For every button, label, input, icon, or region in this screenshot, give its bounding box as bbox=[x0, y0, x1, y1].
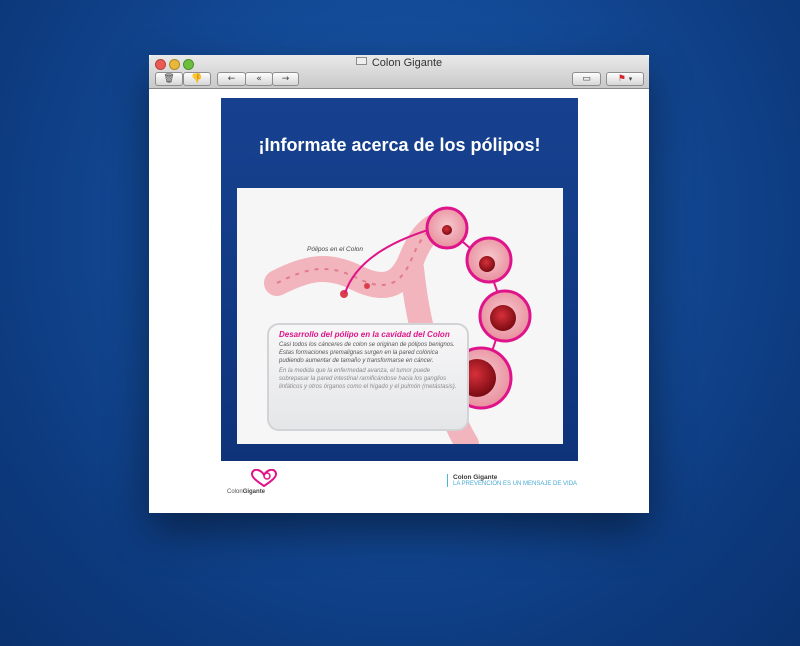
envelope-icon bbox=[355, 57, 367, 65]
reply-all-arrow-icon: « bbox=[256, 74, 262, 84]
reply-arrow-icon: ← bbox=[227, 74, 236, 84]
info-box: Desarrollo del pólipo en la cavidad del … bbox=[267, 323, 469, 431]
info-text: Casi todos los cánceres de colon se orig… bbox=[279, 342, 455, 364]
reply-all-button[interactable]: « bbox=[245, 72, 273, 86]
delete-button[interactable]: 🗑 bbox=[155, 72, 183, 86]
hero-banner: ¡Informate acerca de los pólipos! Pólipo… bbox=[221, 98, 578, 461]
email-body: ¡Informate acerca de los pólipos! Pólipo… bbox=[221, 98, 578, 513]
org-name: Colon Gigante bbox=[453, 474, 498, 481]
printer-icon: ▭ bbox=[582, 74, 591, 84]
mail-window: Colon Gigante 🗑 👎 ← « → ▭ ⚑ ▾ ¡Informate… bbox=[149, 55, 649, 513]
flag-button[interactable]: ⚑ ▾ bbox=[606, 72, 644, 86]
chevron-down-icon: ▾ bbox=[628, 75, 633, 83]
polyp-illustration: Pólipos en el Colon Desarrollo del pólip… bbox=[237, 188, 563, 444]
info-text-secondary: En la medida que la enfermedad avanza, e… bbox=[279, 368, 457, 390]
window-titlebar: Colon Gigante 🗑 👎 ← « → ▭ ⚑ ▾ bbox=[149, 55, 649, 89]
footer-tagline: Colon Gigante LA PREVENCIÓN ES UN MENSAJ… bbox=[447, 474, 577, 487]
polyp-label: Pólipos en el Colon bbox=[307, 246, 364, 253]
polyp-small-1 bbox=[340, 290, 348, 298]
window-title: Colon Gigante bbox=[149, 57, 649, 69]
polyp-stage-1 bbox=[425, 206, 469, 250]
flag-icon: ⚑ bbox=[617, 74, 626, 84]
reply-button[interactable]: ← bbox=[217, 72, 246, 86]
info-title: Desarrollo del pólipo en la cavidad del … bbox=[279, 330, 450, 339]
email-headline: ¡Informate acerca de los pólipos! bbox=[258, 135, 541, 155]
print-button[interactable]: ▭ bbox=[572, 72, 601, 86]
polyp-stage-3 bbox=[478, 289, 532, 343]
forward-button[interactable]: → bbox=[272, 72, 299, 86]
slogan: LA PREVENCIÓN ES UN MENSAJE DE VIDA bbox=[453, 481, 578, 487]
thumbs-down-icon: 👎 bbox=[191, 74, 203, 84]
logo-text: ColonGigante bbox=[227, 489, 266, 495]
polyp-small-2 bbox=[364, 283, 370, 289]
junk-button[interactable]: 👎 bbox=[183, 72, 211, 86]
forward-arrow-icon: → bbox=[281, 74, 290, 84]
trash-icon: 🗑 bbox=[163, 74, 175, 84]
polyp-stage-2 bbox=[465, 236, 513, 284]
heart-logo-icon bbox=[251, 469, 277, 487]
